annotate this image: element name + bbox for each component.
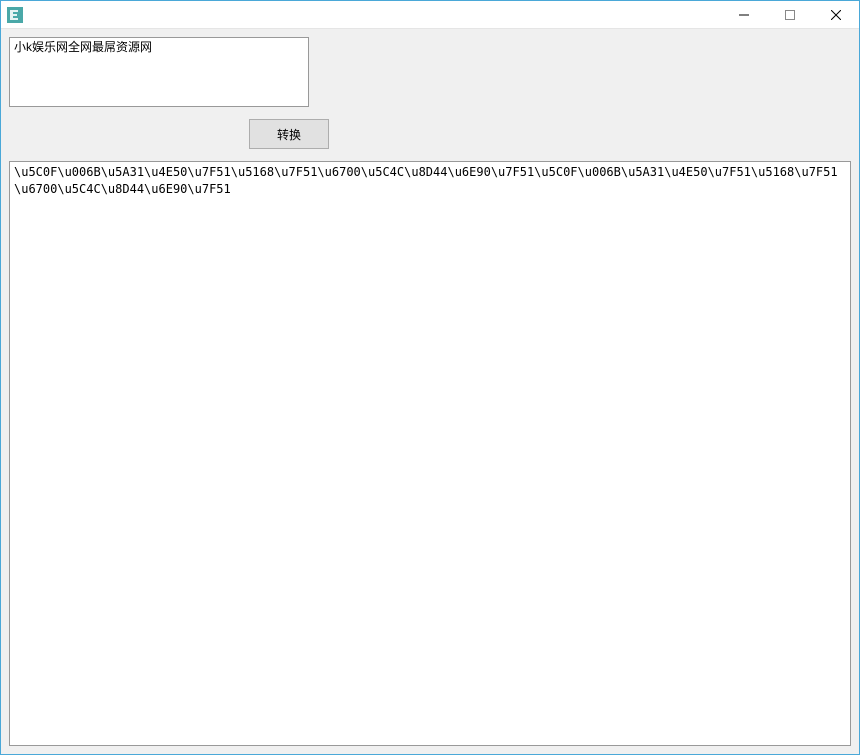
convert-button[interactable]: 转换 bbox=[249, 119, 329, 149]
client-area: 转换 bbox=[1, 29, 859, 754]
output-textarea[interactable] bbox=[9, 161, 851, 746]
app-window: 转换 bbox=[0, 0, 860, 755]
e-lang-icon bbox=[7, 7, 23, 23]
button-row: 转换 bbox=[9, 119, 851, 149]
window-controls bbox=[721, 1, 859, 28]
minimize-button[interactable] bbox=[721, 1, 767, 28]
close-button[interactable] bbox=[813, 1, 859, 28]
source-textarea[interactable] bbox=[9, 37, 309, 107]
titlebar bbox=[1, 1, 859, 29]
maximize-button[interactable] bbox=[767, 1, 813, 28]
input-row bbox=[9, 37, 851, 107]
